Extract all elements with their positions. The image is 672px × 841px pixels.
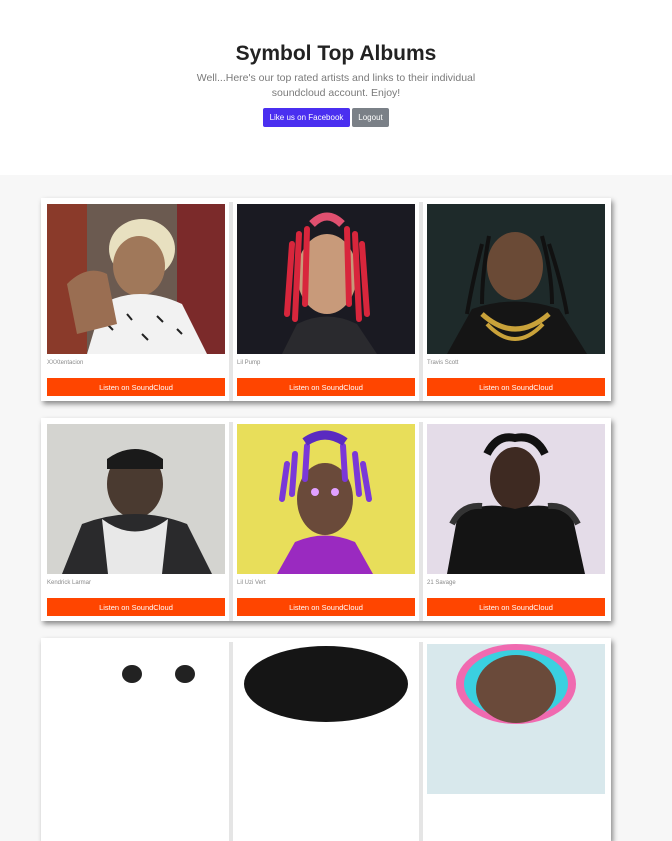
artist-photo[interactable]: [427, 424, 605, 574]
artist-card-lil-pump: Lil Pump Listen on SoundCloud: [231, 198, 421, 401]
artist-photo[interactable]: [427, 204, 605, 354]
page-title: Symbol Top Albums: [235, 42, 437, 65]
page-header: Symbol Top Albums Well...Here's our top …: [0, 0, 672, 175]
listen-on-soundcloud-button[interactable]: Listen on SoundCloud: [237, 378, 415, 396]
artist-photo[interactable]: [47, 644, 225, 794]
listen-on-soundcloud-button[interactable]: Listen on SoundCloud: [47, 598, 225, 616]
artist-card-xxxtentacion: XXXtentacion Listen on SoundCloud: [41, 198, 231, 401]
artist-card-kendrick-larmar: Kendrick Larmar Listen on SoundCloud: [41, 418, 231, 621]
album-row-2: Kendrick Larmar Listen on SoundCloud Lil…: [41, 418, 611, 621]
artist-photo[interactable]: [427, 644, 605, 794]
facebook-like-button[interactable]: Like us on Facebook: [263, 108, 350, 127]
artist-name: Kendrick Larmar: [47, 580, 92, 586]
listen-on-soundcloud-button[interactable]: Listen on SoundCloud: [47, 378, 225, 396]
artist-card: [41, 638, 231, 841]
artist-card-21-savage: 21 Savage Listen on SoundCloud: [421, 418, 611, 621]
artist-name: Lil Uzi Vert: [237, 580, 266, 586]
artist-photo[interactable]: [237, 204, 415, 354]
artist-name: Lil Pump: [237, 360, 261, 366]
listen-on-soundcloud-button[interactable]: Listen on SoundCloud: [427, 378, 605, 396]
artist-photo[interactable]: [47, 424, 225, 574]
listen-on-soundcloud-button[interactable]: Listen on SoundCloud: [427, 598, 605, 616]
artist-name: Travis Scott: [427, 360, 459, 366]
artist-name: 21 Savage: [427, 580, 456, 586]
artist-photo[interactable]: [237, 644, 415, 794]
artist-name: XXXtentacion: [47, 360, 84, 366]
logout-button[interactable]: Logout: [352, 108, 389, 127]
artist-photo[interactable]: [237, 424, 415, 574]
artist-card: [421, 638, 611, 841]
artist-card: [231, 638, 421, 841]
listen-on-soundcloud-button[interactable]: Listen on SoundCloud: [237, 598, 415, 616]
album-row-3: [41, 638, 611, 841]
album-row-1: XXXtentacion Listen on SoundCloud Lil Pu…: [41, 198, 611, 401]
page-lead-text: Well...Here's our top rated artists and …: [196, 72, 476, 99]
artist-photo[interactable]: [47, 204, 225, 354]
artist-card-travis-scott: Travis Scott Listen on SoundCloud: [421, 198, 611, 401]
artist-card-lil-uzi-vert: Lil Uzi Vert Listen on SoundCloud: [231, 418, 421, 621]
